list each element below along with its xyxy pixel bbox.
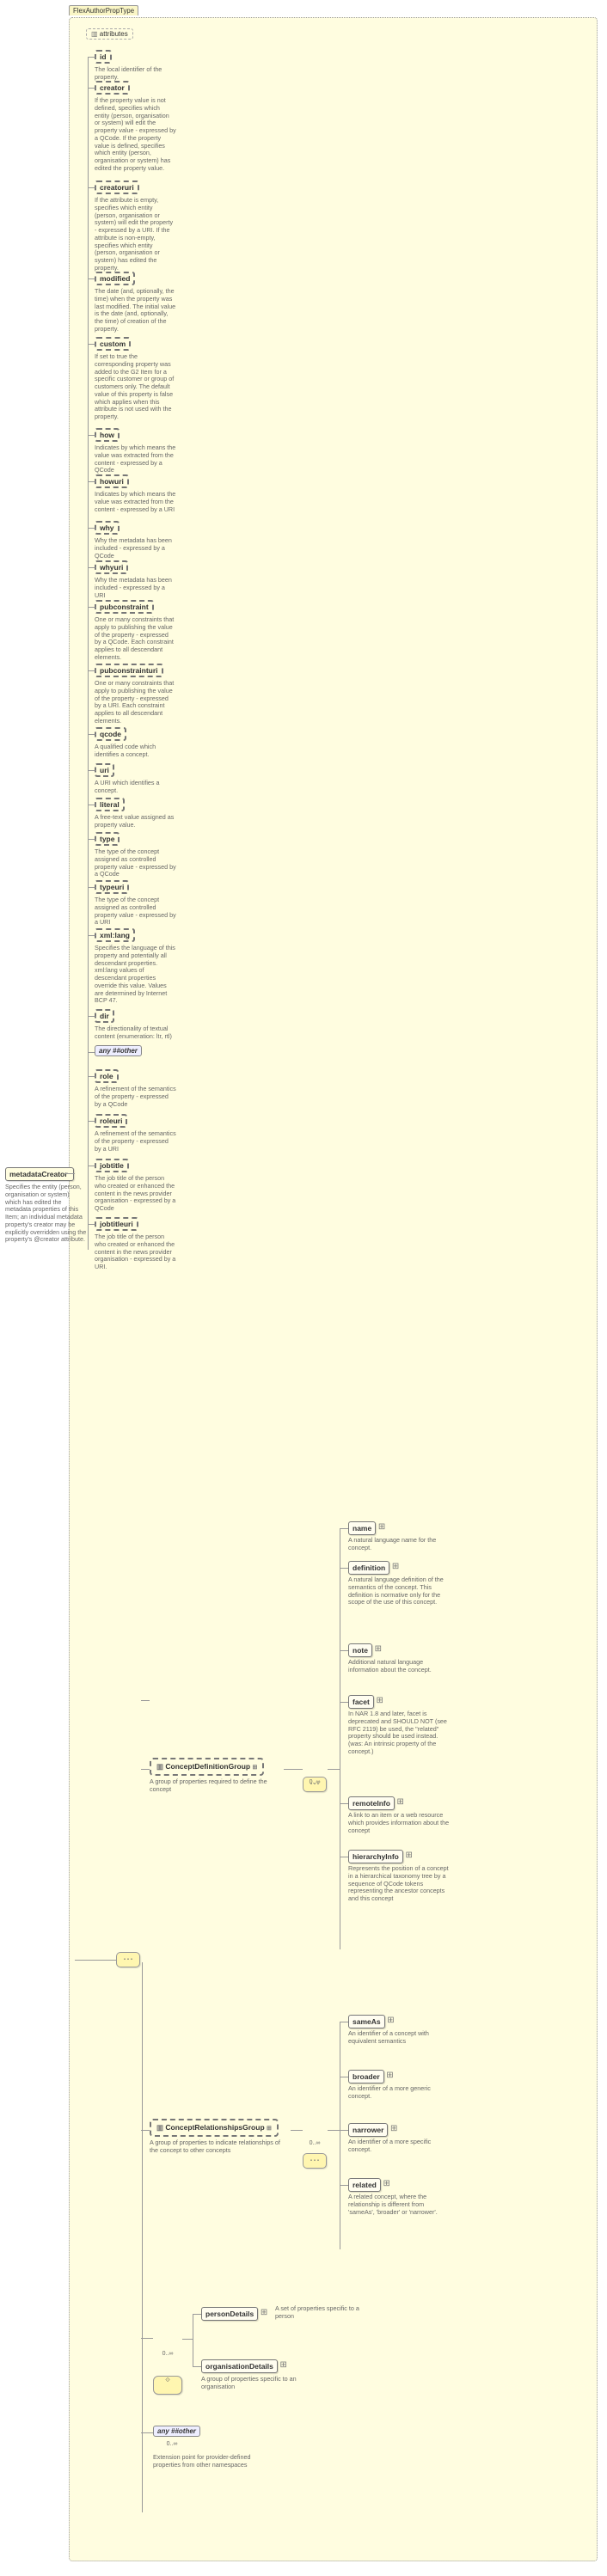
attr-desc-uri: A URI which identifies a concept. <box>95 780 176 795</box>
element-sameAs[interactable]: sameAs <box>348 2015 385 2028</box>
group2-desc: A group of properties to indicate relati… <box>150 2139 283 2155</box>
element-name[interactable]: name <box>348 1521 376 1535</box>
attr-pubconstraint[interactable]: pubconstraint <box>95 600 154 614</box>
attr-desc-id: The local identifier of the property. <box>95 66 176 82</box>
attr-creatoruri[interactable]: creatoruri <box>95 181 139 194</box>
attr-desc-jobtitleuri: The job title of the person who created … <box>95 1233 176 1271</box>
attr-modified[interactable]: modified <box>95 272 135 285</box>
attr-desc-modified: The date (and, optionally, the time) whe… <box>95 288 176 333</box>
attr-typeuri[interactable]: typeuri <box>95 880 129 894</box>
any-ext-card: 0..∞ <box>155 2441 189 2447</box>
attr-desc-xml-lang: Specifies the language of this property … <box>95 945 176 1005</box>
attr-desc-role: A refinement of the semantics of the pro… <box>95 1086 176 1108</box>
attr-desc-creatoruri: If the attribute is empty, specifies whi… <box>95 197 176 272</box>
desc-narrower: An identifier of a more specific concept… <box>348 2139 451 2154</box>
desc-broader: An identifier of a more generic concept. <box>348 2085 451 2101</box>
attr-whyuri[interactable]: whyuri <box>95 560 128 574</box>
attr-creator[interactable]: creator <box>95 81 130 95</box>
attr-desc-qcode: A qualified code which identifies a conc… <box>95 743 176 759</box>
group-ConceptDefinitionGroup[interactable]: ▥ ConceptDefinitionGroup ⊞ <box>150 1758 264 1776</box>
desc-related: A related concept, where the relationshi… <box>348 2194 451 2216</box>
desc-remoteInfo: A link to an item or a web resource whic… <box>348 1812 451 1834</box>
element-note[interactable]: note <box>348 1643 372 1657</box>
attr-howuri[interactable]: howuri <box>95 474 129 488</box>
choice-connector: ⟐ <box>153 2376 182 2395</box>
attr-desc-pubconstraint: One or many constraints that apply to pu… <box>95 616 176 662</box>
attr-desc-custom: If set to true the corresponding propert… <box>95 353 176 421</box>
attr-how[interactable]: how <box>95 428 120 442</box>
desc-sameAs: An identifier of a concept with equivale… <box>348 2030 451 2046</box>
desc-facet: In NAR 1.8 and later, facet is deprecate… <box>348 1710 451 1756</box>
desc-definition: A natural language definition of the sem… <box>348 1576 451 1606</box>
element-personDetails[interactable]: personDetails <box>201 2307 258 2321</box>
attr-desc-literal: A free-text value assigned as property v… <box>95 814 176 829</box>
attr-desc-whyuri: Why the metadata has been included - exp… <box>95 577 176 599</box>
attributes-header: ▥ attributes <box>86 28 133 40</box>
element-related[interactable]: related <box>348 2178 381 2192</box>
choice-card: 0..∞ <box>153 2351 182 2357</box>
attr-dir[interactable]: dir <box>95 1009 114 1023</box>
g1-card: 0..∞ <box>303 1779 327 1785</box>
element-broader[interactable]: broader <box>348 2070 384 2083</box>
any-other-extension: any ##other <box>153 2426 200 2437</box>
attr-jobtitleuri[interactable]: jobtitleuri <box>95 1217 138 1231</box>
element-organisationDetails[interactable]: organisationDetails <box>201 2359 278 2373</box>
attr-desc-howuri: Indicates by which means the value was e… <box>95 491 176 513</box>
attr-desc-why: Why the metadata has been included - exp… <box>95 537 176 560</box>
any-ext-desc: Extension point for provider-defined pro… <box>153 2454 265 2469</box>
attr-desc-pubconstrainturi: One or many constraints that apply to pu… <box>95 680 176 725</box>
attr-uri[interactable]: uri <box>95 763 114 777</box>
group-ConceptRelationshipsGroup[interactable]: ▥ ConceptRelationshipsGroup ⊞ <box>150 2119 279 2137</box>
attr-xml-lang[interactable]: xml:lang <box>95 928 135 942</box>
type-label: FlexAuthorPropType <box>69 5 138 15</box>
root-desc: Specifies the entity (person, organisati… <box>5 1184 87 1244</box>
element-facet[interactable]: facet <box>348 1695 374 1709</box>
element-definition[interactable]: definition <box>348 1561 389 1575</box>
attr-type[interactable]: type <box>95 832 120 846</box>
orgDetails-desc: A group of properties specific to an org… <box>201 2376 330 2391</box>
attr-desc-roleuri: A refinement of the semantics of the pro… <box>95 1130 176 1153</box>
desc-hierarchyInfo: Represents the position of a concept in … <box>348 1865 451 1903</box>
personDetails-desc: A set of properties specific to a person <box>275 2305 378 2321</box>
attr-desc-how: Indicates by which means the value was e… <box>95 444 176 474</box>
attr-desc-dir: The directionality of textual content (e… <box>95 1025 176 1041</box>
attr-desc-typeuri: The type of the concept assigned as cont… <box>95 896 176 927</box>
attr-desc-jobtitle: The job title of the person who created … <box>95 1175 176 1213</box>
element-narrower[interactable]: narrower <box>348 2123 388 2137</box>
attr-id[interactable]: id <box>95 50 112 64</box>
any-other-attr: any ##other <box>95 1045 142 1056</box>
root-element-metadataCreator[interactable]: metadataCreator <box>5 1167 74 1181</box>
attr-jobtitle[interactable]: jobtitle <box>95 1159 129 1172</box>
attr-custom[interactable]: custom <box>95 337 131 351</box>
attr-why[interactable]: why <box>95 521 120 535</box>
attr-roleuri[interactable]: roleuri <box>95 1114 127 1128</box>
attr-desc-type: The type of the concept assigned as cont… <box>95 848 176 878</box>
attr-qcode[interactable]: qcode <box>95 727 126 741</box>
element-hierarchyInfo[interactable]: hierarchyInfo <box>348 1850 403 1863</box>
sequence-connector <box>116 1952 140 1967</box>
attr-literal[interactable]: literal <box>95 798 125 811</box>
desc-note: Additional natural language information … <box>348 1659 451 1674</box>
attr-desc-creator: If the property value is not defined, sp… <box>95 97 176 173</box>
attr-pubconstrainturi[interactable]: pubconstrainturi <box>95 664 163 677</box>
sequence-g2 <box>303 2153 327 2169</box>
g2-card: 0..∞ <box>303 2140 327 2146</box>
attr-role[interactable]: role <box>95 1069 119 1083</box>
group1-desc: A group of properties required to define… <box>150 1778 279 1794</box>
element-remoteInfo[interactable]: remoteInfo <box>348 1796 395 1810</box>
desc-name: A natural language name for the concept. <box>348 1537 451 1552</box>
